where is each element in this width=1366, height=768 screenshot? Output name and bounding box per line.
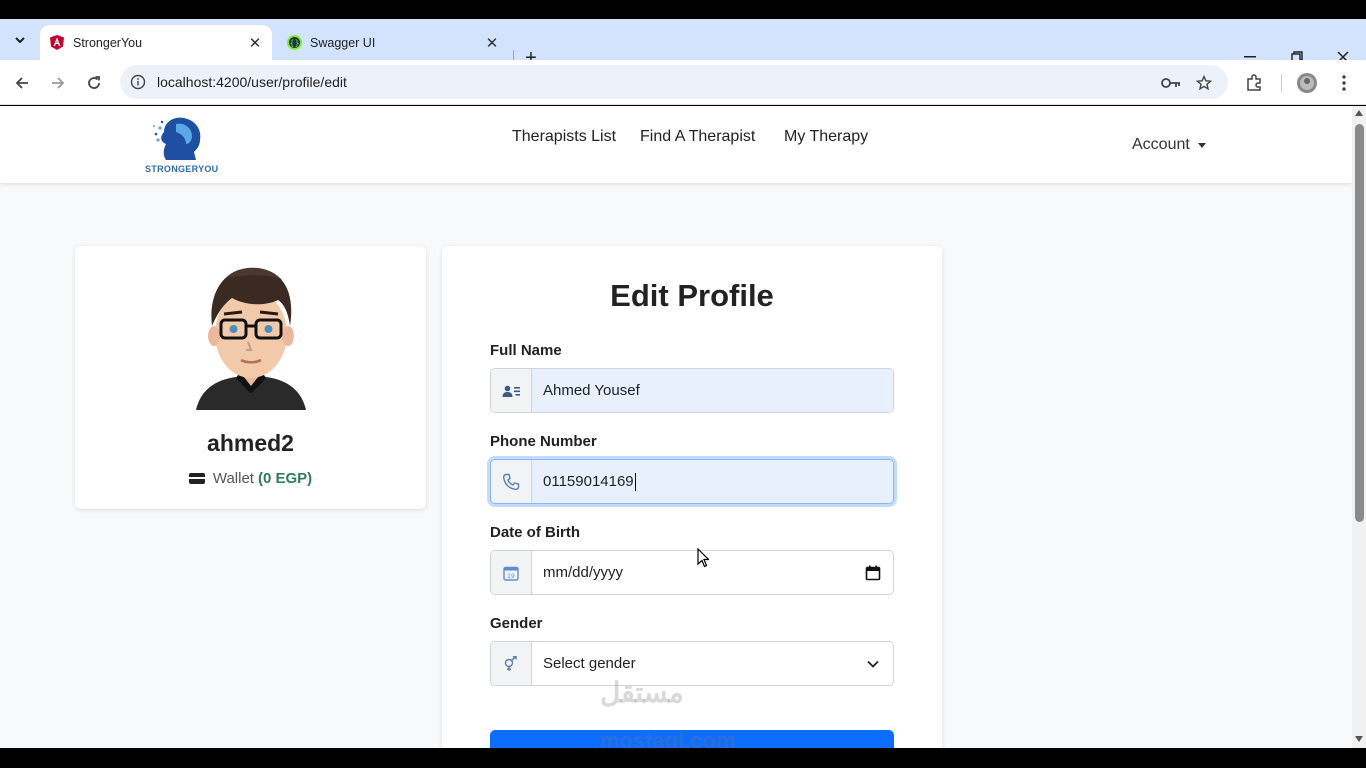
wallet-amount: (0 EGP): [257, 470, 313, 487]
caret-down-icon: [1197, 142, 1206, 148]
phone-number-value: 01159014169: [532, 460, 893, 503]
svg-text:{}: {}: [289, 39, 299, 48]
profile-username: ahmed2: [207, 430, 294, 456]
gender-icon: [491, 642, 532, 685]
scroll-down-icon[interactable]: [1355, 736, 1363, 742]
back-arrow-icon[interactable]: [9, 70, 35, 96]
toolbar-divider: [1281, 74, 1282, 92]
tab-title: Swagger UI: [310, 35, 376, 50]
address-bar[interactable]: localhost:4200/user/profile/edit: [120, 65, 1228, 99]
nav-find-a-therapist[interactable]: Find A Therapist: [640, 128, 755, 146]
full-name-label: Full Name: [490, 342, 562, 359]
date-of-birth-label: Date of Birth: [490, 524, 580, 541]
phone-icon: [491, 460, 532, 503]
url-text: localhost:4200/user/profile/edit: [157, 74, 347, 90]
id-card-icon: [491, 369, 532, 412]
gender-label: Gender: [490, 615, 543, 632]
browser-toolbar: localhost:4200/user/profile/edit: [0, 60, 1366, 105]
tab-title: StrongerYou: [73, 35, 143, 50]
svg-text:19: 19: [507, 573, 515, 580]
logo-head-icon: [153, 117, 201, 160]
nav-my-therapy[interactable]: My Therapy: [784, 128, 868, 146]
profile-card: ahmed2 Wallet (0 EGP): [75, 246, 426, 509]
nav-therapists-list[interactable]: Therapists List: [512, 128, 616, 146]
screen-bottom-border: [0, 748, 1366, 768]
phone-number-label: Phone Number: [490, 433, 597, 450]
password-key-icon[interactable]: [1161, 73, 1181, 93]
reload-icon[interactable]: [81, 70, 107, 96]
site-info-icon[interactable]: [130, 74, 146, 90]
date-placeholder: mm/dd/yyyy: [543, 564, 624, 581]
phone-number-text: 01159014169: [543, 473, 634, 490]
close-tab-icon[interactable]: ✕: [246, 34, 264, 52]
web-page: STRONGERYOU Therapists List Find A Thera…: [0, 106, 1352, 748]
profile-avatar-icon[interactable]: [1296, 72, 1318, 94]
account-dropdown[interactable]: Account: [1132, 136, 1206, 154]
logo-text: STRONGERYOU: [145, 164, 219, 174]
gender-value: Select gender: [532, 642, 893, 685]
wallet-icon: [188, 473, 205, 484]
date-of-birth-value: mm/dd/yyyy: [532, 551, 893, 594]
strongeryou-logo[interactable]: STRONGERYOU: [140, 114, 220, 178]
avatar: [196, 267, 306, 410]
mouse-pointer-icon: [697, 548, 709, 568]
tab-strongeryou[interactable]: StrongerYou ✕: [40, 25, 272, 60]
tab-search-icon[interactable]: [8, 28, 32, 52]
gender-selected-text: Select gender: [543, 655, 636, 672]
close-tab-icon[interactable]: ✕: [483, 34, 501, 52]
swagger-icon: {}: [286, 35, 302, 51]
wallet-info: Wallet (0 EGP): [75, 470, 426, 487]
angular-icon: [49, 35, 65, 51]
extensions-icon[interactable]: [1243, 72, 1265, 94]
full-name-field[interactable]: Ahmed Yousef: [490, 368, 894, 413]
chevron-down-icon: [867, 660, 879, 668]
wallet-label: Wallet: [212, 470, 254, 487]
bookmark-star-icon[interactable]: [1194, 73, 1214, 93]
watermark-arabic: مستقل: [600, 677, 684, 708]
scroll-up-icon[interactable]: [1355, 110, 1363, 116]
full-name-value: Ahmed Yousef: [532, 369, 893, 412]
date-picker-icon[interactable]: [865, 565, 881, 581]
page-scrollbar[interactable]: [1352, 106, 1366, 748]
tab-swagger-ui[interactable]: {} Swagger UI ✕: [277, 25, 509, 60]
edit-profile-card: Edit Profile Full Name Ahmed Yousef Phon…: [442, 246, 942, 748]
calendar-icon: 19: [491, 551, 532, 594]
browser-tab-strip: StrongerYou ✕ {} Swagger UI ✕ +: [0, 19, 1366, 69]
account-label: Account: [1132, 136, 1190, 153]
gender-select[interactable]: Select gender: [490, 641, 894, 686]
site-navbar: STRONGERYOU Therapists List Find A Thera…: [0, 106, 1352, 183]
edit-profile-title: Edit Profile: [610, 278, 774, 313]
date-of-birth-field[interactable]: 19 mm/dd/yyyy: [490, 550, 894, 595]
scrollbar-thumb[interactable]: [1355, 124, 1364, 522]
forward-arrow-icon[interactable]: [45, 70, 71, 96]
phone-number-field[interactable]: 01159014169: [490, 459, 894, 504]
chrome-menu-icon[interactable]: [1333, 72, 1355, 94]
text-cursor: [634, 472, 636, 491]
screen-top-border: [0, 0, 1366, 19]
